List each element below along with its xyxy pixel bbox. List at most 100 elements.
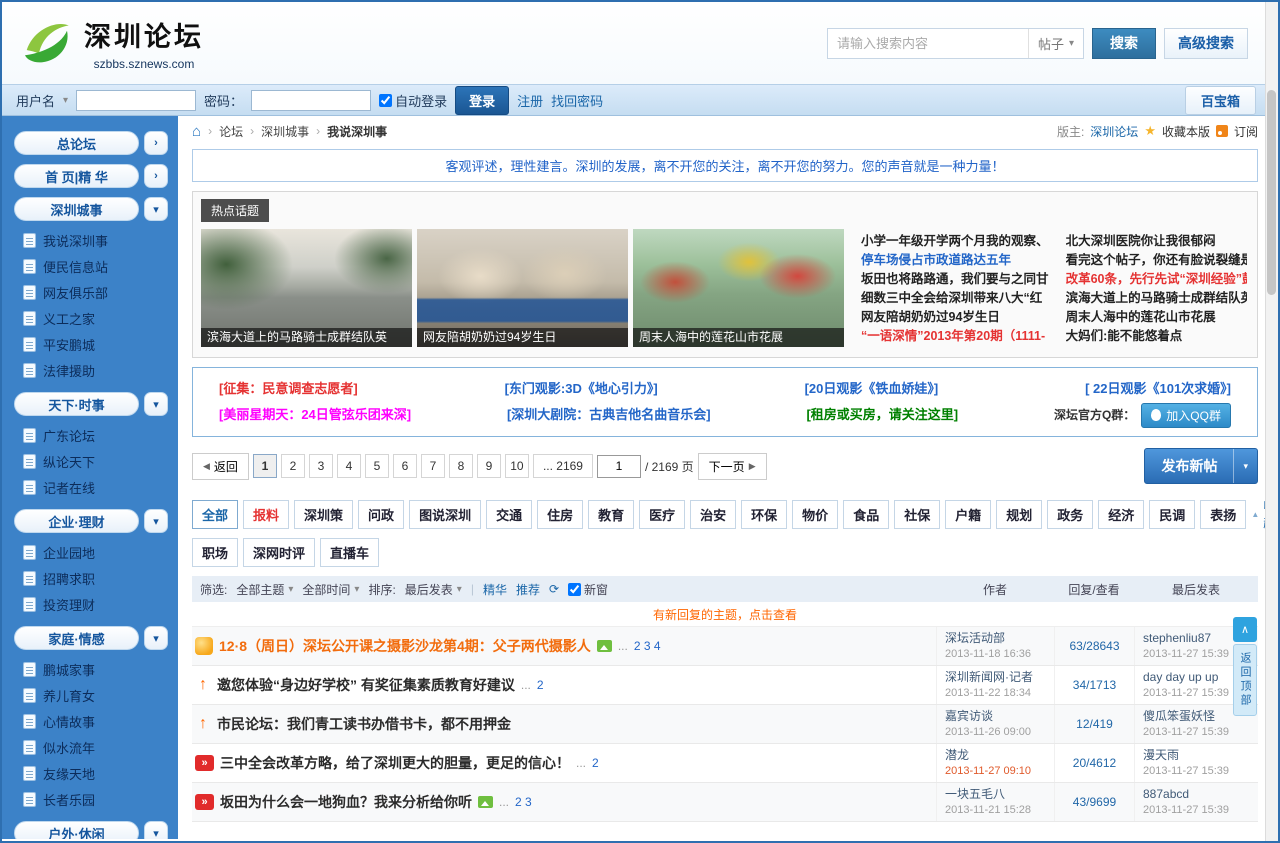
campaign-link[interactable]: [租房或买房，请关注这里] <box>806 402 958 428</box>
page-button[interactable]: 5 <box>365 454 389 478</box>
hot-link[interactable]: 坂田也将路路通，我们要与之同甘 <box>861 270 1066 289</box>
favorite-link[interactable]: 收藏本版 <box>1162 123 1210 140</box>
breadcrumb-city[interactable]: 深圳城事 <box>261 123 309 140</box>
scrollbar-thumb[interactable] <box>1267 90 1276 295</box>
new-post-button[interactable]: 发布新帖▾ <box>1144 448 1258 484</box>
sidebar-item[interactable]: 纵论天下 <box>14 448 168 474</box>
advanced-search-button[interactable]: 高级搜索 <box>1164 28 1248 59</box>
refresh-icon[interactable]: ⟳ <box>549 582 559 596</box>
sidebar-item[interactable]: 平安鹏城 <box>14 331 168 357</box>
sidebar-item[interactable]: 网友俱乐部 <box>14 279 168 305</box>
thread-author[interactable]: 一块五毛八 <box>945 786 1054 802</box>
back-button[interactable]: ◀返回 <box>192 453 249 480</box>
tab[interactable]: 经济 <box>1098 500 1144 529</box>
sidebar-section-button[interactable]: 天下·时事 <box>14 392 139 416</box>
campaign-link[interactable]: [征集：民意调查志愿者] <box>219 376 358 402</box>
hot-topic-image[interactable]: 周末人海中的莲花山市花展 <box>633 229 844 347</box>
new-reply-notice[interactable]: 有新回复的主题，点击查看 <box>192 602 1258 627</box>
hot-link[interactable]: 周末人海中的莲花山市花展 <box>1066 308 1247 327</box>
tab[interactable]: 物价 <box>792 500 838 529</box>
tab[interactable]: 规划 <box>996 500 1042 529</box>
sidebar-item[interactable]: 我说深圳事 <box>14 227 168 253</box>
campaign-link[interactable]: [美丽星期天：24日管弦乐团来深] <box>219 402 411 428</box>
page-button[interactable]: 4 <box>337 454 361 478</box>
toolbox-button[interactable]: 百宝箱 <box>1185 86 1256 115</box>
sidebar-section-button[interactable]: 首 页|精 华 <box>14 164 139 188</box>
tab[interactable]: 深圳策 <box>294 500 353 529</box>
hot-link[interactable]: 改革60条，先行先试“深圳经验”鼓 <box>1066 270 1247 289</box>
chevron-down-icon[interactable]: ▾ <box>144 392 168 416</box>
thread-title[interactable]: 12·8（周日）深坛公开课之摄影沙龙第4期：父子两代摄影人 <box>219 636 591 656</box>
sidebar-item[interactable]: 法律援助 <box>14 357 168 383</box>
sidebar-item[interactable]: 投资理财 <box>14 591 168 617</box>
chevron-down-icon[interactable]: ▾ <box>144 197 168 221</box>
sidebar-item[interactable]: 鹏城家事 <box>14 656 168 682</box>
chevron-down-icon[interactable]: ▾ <box>144 626 168 650</box>
last-page-button[interactable]: ... 2169 <box>533 454 593 478</box>
page-input[interactable] <box>597 455 641 478</box>
sidebar-item[interactable]: 广东论坛 <box>14 422 168 448</box>
thread-page-links[interactable]: 2 3 4 <box>634 639 661 653</box>
thread-title[interactable]: 三中全会改革方略，给了深圳更大的胆量，更足的信心！ <box>220 753 570 773</box>
page-button[interactable]: 7 <box>421 454 445 478</box>
tab[interactable]: 户籍 <box>945 500 991 529</box>
page-button[interactable]: 10 <box>505 454 529 478</box>
thread-page-links[interactable]: 2 <box>537 678 544 692</box>
sidebar-item[interactable]: 长者乐园 <box>14 786 168 812</box>
search-button[interactable]: 搜索 <box>1092 28 1156 59</box>
time-filter-select[interactable]: 全部时间▾ <box>302 581 359 598</box>
thread-page-links[interactable]: 2 3 <box>515 795 532 809</box>
page-button[interactable]: 3 <box>309 454 333 478</box>
hot-topic-image[interactable]: 滨海大道上的马路骑士成群结队英 <box>201 229 412 347</box>
sidebar-item[interactable]: 义工之家 <box>14 305 168 331</box>
sidebar-item[interactable]: 招聘求职 <box>14 565 168 591</box>
tab[interactable]: 住房 <box>537 500 583 529</box>
forgot-password-link[interactable]: 找回密码 <box>551 91 603 110</box>
sidebar-item[interactable]: 企业园地 <box>14 539 168 565</box>
last-post-user[interactable]: 漫天雨 <box>1143 747 1258 763</box>
hot-link[interactable]: “一语深情”2013年第20期（1111- <box>861 327 1066 346</box>
auto-login-checkbox[interactable] <box>379 94 392 107</box>
sidebar-item[interactable]: 便民信息站 <box>14 253 168 279</box>
page-button[interactable]: 8 <box>449 454 473 478</box>
sidebar-item[interactable]: 记者在线 <box>14 474 168 500</box>
thread-title[interactable]: 坂田为什么会一地狗血？我来分析给你听 <box>220 792 472 812</box>
hot-link[interactable]: 细数三中全会给深圳带来八大“红 <box>861 289 1066 308</box>
campaign-link[interactable]: [20日观影《铁血娇娃》] <box>805 376 939 402</box>
sidebar-item[interactable]: 友缘天地 <box>14 760 168 786</box>
new-window-checkbox[interactable] <box>568 583 581 596</box>
tab[interactable]: 民调 <box>1149 500 1195 529</box>
arrow-right-icon[interactable]: › <box>144 131 168 155</box>
search-input[interactable] <box>828 36 1028 51</box>
chevron-down-icon[interactable]: ▾ <box>144 509 168 533</box>
page-button-current[interactable]: 1 <box>253 454 277 478</box>
tab[interactable]: 政务 <box>1047 500 1093 529</box>
tab[interactable]: 交通 <box>486 500 532 529</box>
hot-link[interactable]: 看完这个帖子，你还有脸说裂缝是 <box>1066 251 1247 270</box>
tab-all[interactable]: 全部 <box>192 500 238 529</box>
thread-author[interactable]: 嘉宾访谈 <box>945 708 1054 724</box>
scrollbar[interactable] <box>1265 2 1278 841</box>
arrow-right-icon[interactable]: › <box>144 164 168 188</box>
sidebar-item[interactable]: 养儿育女 <box>14 682 168 708</box>
hot-link[interactable]: 北大深圳医院你让我很郁闷 <box>1066 232 1247 251</box>
tab[interactable]: 医疗 <box>639 500 685 529</box>
s sort-select[interactable]: 最后发表▾ <box>405 581 462 598</box>
breadcrumb-forum[interactable]: 论坛 <box>219 123 243 140</box>
thread-author[interactable]: 深圳新闻网·记者 <box>945 669 1054 685</box>
sidebar-section-button[interactable]: 企业·理财 <box>14 509 139 533</box>
hot-link[interactable]: 大妈们:能不能悠着点 <box>1066 327 1247 346</box>
tab[interactable]: 环保 <box>741 500 787 529</box>
hot-link[interactable]: 网友陪胡奶奶过94岁生日 <box>861 308 1066 327</box>
tab[interactable]: 食品 <box>843 500 889 529</box>
topic-filter-select[interactable]: 全部主题▾ <box>236 581 293 598</box>
tab[interactable]: 职场 <box>192 538 238 567</box>
tab[interactable]: 深网时评 <box>243 538 315 567</box>
moderator-link[interactable]: 深圳论坛 <box>1090 123 1138 140</box>
home-icon[interactable]: ⌂ <box>192 123 201 140</box>
login-button[interactable]: 登录 <box>455 86 509 115</box>
thread-author[interactable]: 潜龙 <box>945 747 1054 763</box>
sidebar-item[interactable]: 心情故事 <box>14 708 168 734</box>
hot-link[interactable]: 小学一年级开学两个月我的观察、 <box>861 232 1066 251</box>
thread-author[interactable]: 深坛活动部 <box>945 630 1054 646</box>
